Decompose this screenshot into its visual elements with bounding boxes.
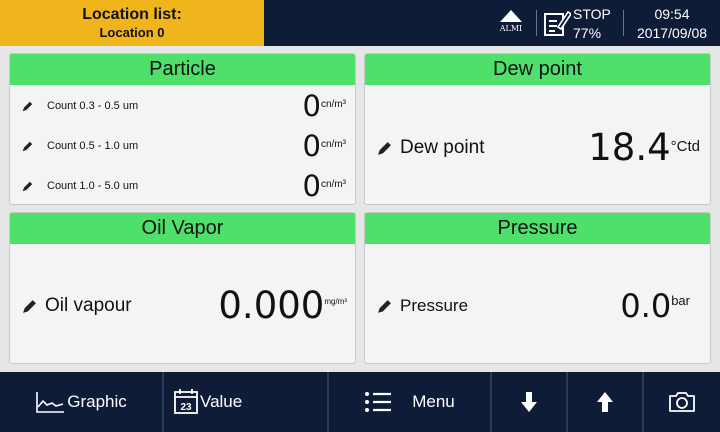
particle-row-0510[interactable]: Count 0.5 - 1.0 um 0 cn/m³ <box>10 130 355 162</box>
menu-button[interactable]: Menu <box>329 372 492 432</box>
scroll-down-button[interactable] <box>492 372 568 432</box>
pencil-icon <box>378 299 391 313</box>
graphic-label: Graphic <box>67 392 127 411</box>
header-divider <box>536 10 537 36</box>
scroll-up-button[interactable] <box>568 372 644 432</box>
value-button[interactable]: 23 Value <box>164 372 329 432</box>
clock: 09:54 2017/09/08 <box>628 5 716 43</box>
particle-row-value: 0 cn/m³ <box>303 130 346 162</box>
calendar-value-icon: 23 <box>174 389 198 414</box>
edit-document-icon[interactable] <box>543 9 571 37</box>
pressure-panel: Pressure Pressure 0.0 bar <box>364 212 711 364</box>
dew-point-value: 18.4 °Ctd <box>588 124 700 172</box>
pressure-row[interactable]: Pressure 0.0 bar <box>365 283 710 329</box>
status-text: STOP <box>573 6 611 22</box>
value-label: Value <box>200 392 243 411</box>
pencil-icon <box>22 181 33 191</box>
arrow-down-icon <box>521 392 537 412</box>
header-divider <box>623 10 624 36</box>
pressure-value: 0.0 bar <box>620 283 690 329</box>
dew-point-row[interactable]: Dew point 18.4 °Ctd <box>365 124 710 172</box>
particle-row-value: 0 cn/m³ <box>303 90 346 122</box>
oil-vapour-label: Oil vapour <box>45 295 132 316</box>
oil-vapour-row[interactable]: Oil vapour 0.000 mg/m³ <box>10 281 355 331</box>
pressure-panel-title: Pressure <box>365 213 710 244</box>
dew-point-panel: Dew point Dew point 18.4 °Ctd <box>364 53 711 205</box>
camera-icon <box>669 392 695 412</box>
pressure-label: Pressure <box>400 296 469 315</box>
value-unit: cn/m³ <box>321 179 346 190</box>
location-selector[interactable]: Location list: Location 0 <box>0 0 264 46</box>
particle-row-0305[interactable]: Count 0.3 - 0.5 um 0 cn/m³ <box>10 90 355 122</box>
value-number: 0.000 <box>218 284 325 327</box>
clock-date: 2017/09/08 <box>636 25 708 41</box>
measurement-status: STOP 77% <box>573 5 611 43</box>
pencil-icon <box>378 141 391 155</box>
pencil-icon <box>22 141 33 151</box>
value-number: 0 <box>302 89 321 123</box>
graphic-button[interactable]: Graphic <box>0 372 164 432</box>
location-list-title: Location list: <box>82 6 182 23</box>
particle-panel: Particle Count 0.3 - 0.5 um 0 cn/m³ Coun… <box>9 53 356 205</box>
calendar-icon-text: 23 <box>180 402 192 413</box>
value-number: 0.0 <box>620 287 672 325</box>
particle-row-label: Count 1.0 - 5.0 um <box>47 180 139 192</box>
oil-vapor-panel-title: Oil Vapor <box>10 213 355 244</box>
location-name: Location 0 <box>99 25 165 40</box>
particle-row-value: 0 cn/m³ <box>303 170 346 202</box>
value-unit: cn/m³ <box>321 139 346 150</box>
alarm-label: ALMI <box>499 24 523 33</box>
chart-line-icon <box>36 392 65 413</box>
oil-vapour-value: 0.000 mg/m³ <box>218 281 347 331</box>
arrow-up-icon <box>597 392 613 412</box>
alarm-triangle-icon <box>500 10 522 22</box>
value-unit: cn/m³ <box>321 99 346 110</box>
dew-point-panel-title: Dew point <box>365 54 710 85</box>
particle-panel-title: Particle <box>10 54 355 85</box>
value-unit: bar <box>671 293 690 308</box>
pencil-icon <box>23 299 36 313</box>
particle-row-1050[interactable]: Count 1.0 - 5.0 um 0 cn/m³ <box>10 170 355 202</box>
menu-label: Menu <box>412 392 455 411</box>
particle-row-label: Count 0.5 - 1.0 um <box>47 140 139 152</box>
value-number: 18.4 <box>588 126 671 169</box>
screenshot-button[interactable] <box>644 372 720 432</box>
oil-vapor-panel: Oil Vapor Oil vapour 0.000 mg/m³ <box>9 212 356 364</box>
value-unit: °Ctd <box>670 138 700 155</box>
alarm-indicator[interactable]: ALMI <box>494 6 528 42</box>
value-number: 0 <box>302 169 321 203</box>
status-percent: 77% <box>573 25 602 41</box>
particle-row-label: Count 0.3 - 0.5 um <box>47 100 139 112</box>
menu-list-icon <box>365 392 392 412</box>
value-number: 0 <box>302 129 321 163</box>
clock-time: 09:54 <box>654 6 690 22</box>
value-unit: mg/m³ <box>324 297 347 306</box>
pencil-icon <box>22 101 33 111</box>
dew-point-label: Dew point <box>400 137 485 158</box>
